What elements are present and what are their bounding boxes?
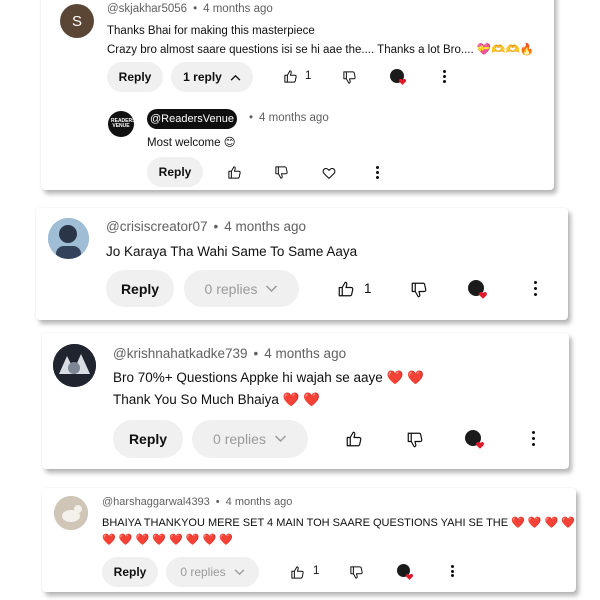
more-options-icon[interactable] <box>533 281 537 296</box>
chevron-down-icon <box>234 569 245 576</box>
dislike-icon[interactable] <box>349 565 364 580</box>
channel-logo-avatar[interactable]: READERS VENUE <box>108 111 134 137</box>
more-options-icon[interactable] <box>375 166 379 179</box>
comment-timestamp[interactable]: 4 months ago <box>264 346 346 361</box>
reply-timestamp[interactable]: 4 months ago <box>259 112 329 124</box>
reply-author: @ReadersVenue <box>150 113 234 125</box>
reply-button[interactable]: Reply <box>102 557 158 587</box>
view-replies-button[interactable]: 0 replies <box>184 270 299 307</box>
like-icon[interactable] <box>283 69 298 84</box>
separator-dot: • <box>253 346 259 361</box>
comment-card: @crisiscreator07 • 4 months ago Jo Karaya … <box>36 208 568 320</box>
chevron-down-icon <box>274 435 287 443</box>
separator-dot: • <box>213 219 219 234</box>
replies-count-label: 0 replies <box>180 565 226 579</box>
like-count: 1 <box>364 281 372 296</box>
avatar[interactable]: S <box>60 4 94 38</box>
comment-author[interactable]: @skjakhar5056 <box>107 3 187 15</box>
reply-button[interactable]: Reply <box>147 157 203 187</box>
comment-text-line: Thank You So Much Bhaiya ❤️ ❤️ <box>113 392 320 407</box>
comment-author[interactable]: @harshaggarwal4393 <box>102 496 210 508</box>
comment-author[interactable]: @krishnahatkadke739 <box>113 346 248 361</box>
heart-icon <box>478 290 488 300</box>
replies-count-label: 0 replies <box>213 431 266 447</box>
heart-outline-icon[interactable] <box>321 165 337 181</box>
comment-card: S @skjakhar5056 • 4 months ago Thanks Bhai… <box>41 0 554 190</box>
comment-text-line: ❤️ ❤️ ❤️ ❤️ ❤️ ❤️ ❤️ ❤️ <box>102 534 233 546</box>
dislike-icon[interactable] <box>342 70 357 85</box>
like-count: 1 <box>305 70 312 82</box>
comment-card: @krishnahatkadke739 • 4 months ago Bro 70%… <box>42 333 569 469</box>
comment-card: @harshaggarwal4393 • 4 months ago BHAIYA T… <box>42 488 576 592</box>
chevron-up-icon <box>230 74 241 81</box>
avatar-letter: S <box>71 12 82 30</box>
separator-dot: • <box>215 496 220 508</box>
comment-text-line: Bro 70%+ Questions Appke hi wajah se aay… <box>113 370 424 385</box>
avatar[interactable] <box>53 344 96 387</box>
reply-button[interactable]: Reply <box>107 62 163 92</box>
chevron-down-icon <box>265 285 278 293</box>
heart-icon <box>475 440 485 450</box>
heart-icon <box>398 77 407 86</box>
separator-dot: • <box>193 3 198 15</box>
comment-text-line: Thanks Bhai for making this masterpiece <box>107 25 315 37</box>
replies-count-label: 1 reply <box>183 70 222 84</box>
comment-text-line: BHAIYA THANKYOU MERE SET 4 MAIN TOH SAAR… <box>102 517 576 529</box>
view-replies-button[interactable]: 0 replies <box>166 557 259 587</box>
heart-icon <box>405 572 414 581</box>
avatar[interactable] <box>48 218 89 259</box>
like-count: 1 <box>313 565 320 577</box>
like-icon[interactable] <box>337 280 355 298</box>
author-handle-badge[interactable]: @ReadersVenue <box>147 109 237 129</box>
profile-photo <box>48 218 89 259</box>
avatar[interactable] <box>54 496 88 530</box>
more-options-icon[interactable] <box>450 565 454 577</box>
profile-photo <box>53 344 96 387</box>
like-icon[interactable] <box>290 565 305 580</box>
reply-button[interactable]: Reply <box>106 270 174 307</box>
dislike-icon[interactable] <box>406 431 424 449</box>
profile-photo <box>54 496 88 530</box>
like-icon[interactable] <box>345 430 363 448</box>
comment-author[interactable]: @crisiscreator07 <box>106 219 207 234</box>
view-replies-button[interactable]: 0 replies <box>192 420 308 458</box>
dislike-icon[interactable] <box>274 165 289 180</box>
comment-text-line: Jo Karaya Tha Wahi Same To Same Aaya <box>106 244 358 259</box>
comment-text-line: Crazy bro almost saare questions isi se … <box>107 44 535 56</box>
separator-dot: • <box>249 112 254 124</box>
more-options-icon[interactable] <box>442 70 446 83</box>
like-icon[interactable] <box>227 165 242 180</box>
channel-logo-text: READERS VENUE <box>111 118 134 129</box>
comment-timestamp[interactable]: 4 months ago <box>224 219 306 234</box>
comment-timestamp[interactable]: 4 months ago <box>203 3 273 15</box>
reply-button[interactable]: Reply <box>113 420 183 458</box>
more-options-icon[interactable] <box>531 431 535 446</box>
dislike-icon[interactable] <box>410 281 428 299</box>
reply-text: Most welcome 😊 <box>147 137 236 149</box>
comment-timestamp[interactable]: 4 months ago <box>226 496 293 508</box>
replies-count-label: 0 replies <box>204 280 258 297</box>
view-replies-button[interactable]: 1 reply <box>171 62 253 92</box>
